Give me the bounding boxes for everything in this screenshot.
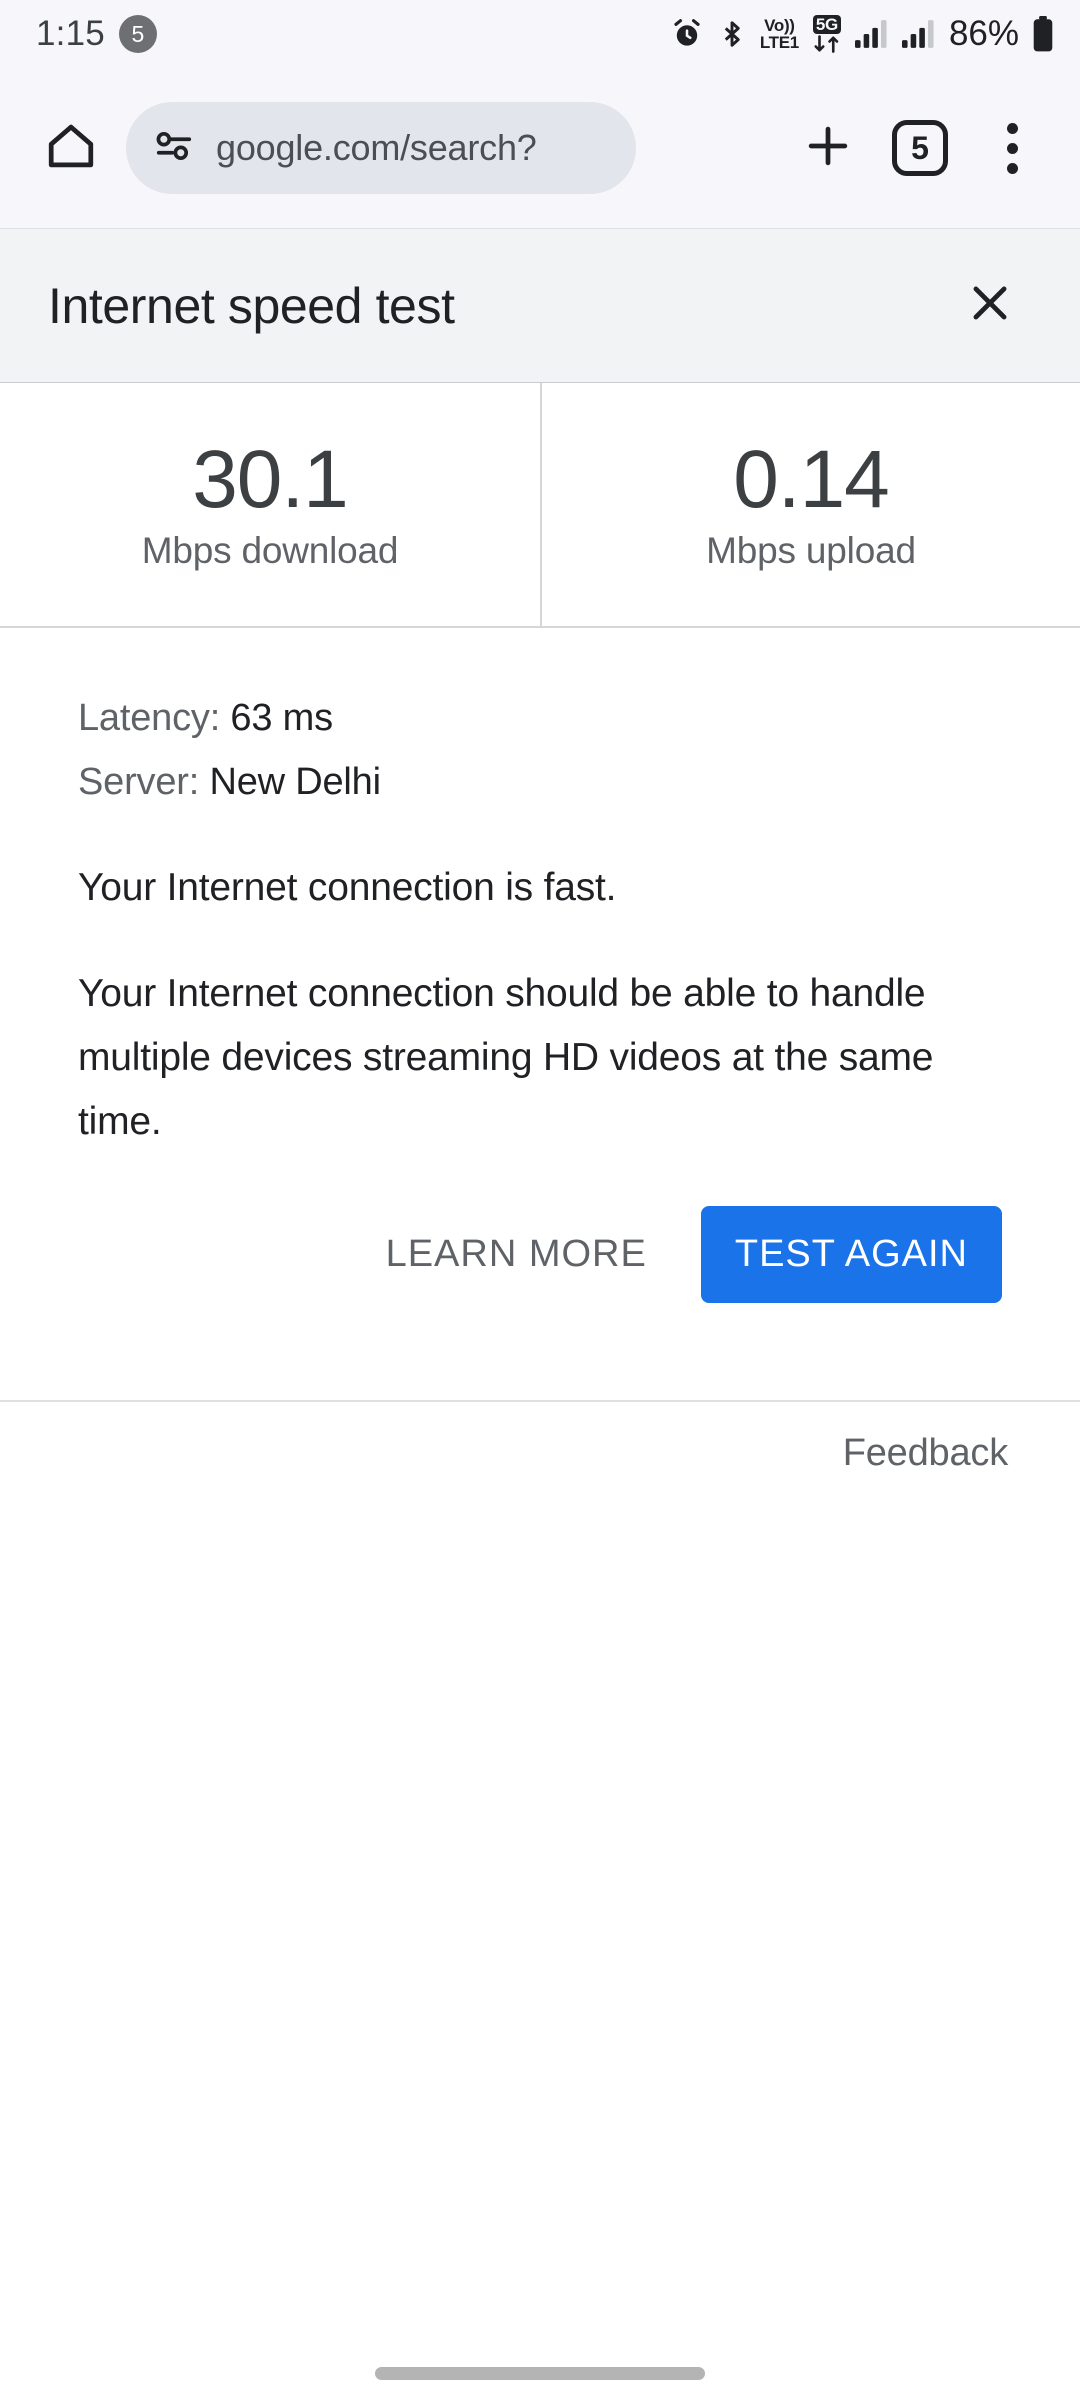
notification-count-badge: 5 (118, 15, 157, 53)
download-label: Mbps download (141, 529, 399, 571)
upload-result-card: 0.14 Mbps upload (540, 383, 1080, 626)
server-value: New Delhi (209, 761, 381, 803)
download-value: 30.1 (192, 434, 349, 526)
volte-icon: Vo)) LTE1 (759, 16, 799, 52)
latency-key: Latency: (78, 697, 221, 739)
battery-icon (1032, 16, 1054, 52)
description-text: Your Internet connection should be able … (78, 972, 934, 1143)
signal-icon-2 (901, 19, 936, 49)
home-button[interactable] (28, 105, 114, 191)
more-vertical-icon (1006, 122, 1018, 174)
server-row: Server: New Delhi (78, 750, 1002, 814)
home-gesture-pill[interactable] (375, 2367, 705, 2380)
footer-divider (0, 1400, 1080, 1402)
phone-screen: 1:15 5 Vo)) LTE1 5G 86% google.com/searc… (0, 0, 1080, 2408)
speed-results: 30.1 Mbps download 0.14 Mbps upload (0, 383, 1080, 628)
plus-icon (801, 119, 855, 178)
page-header-bar: Internet speed test (0, 228, 1080, 383)
menu-button[interactable] (966, 102, 1058, 194)
tab-switcher-button[interactable]: 5 (874, 102, 966, 194)
learn-more-button[interactable]: LEARN MORE (378, 1215, 655, 1294)
tab-count-label: 5 (892, 120, 948, 176)
5g-data-icon: 5G (812, 14, 842, 54)
battery-percent-label: 86% (948, 14, 1019, 53)
feedback-link[interactable]: Feedback (843, 1420, 1008, 1487)
browser-toolbar: google.com/search? 5 (0, 68, 1080, 228)
upload-value: 0.14 (733, 434, 890, 526)
upload-label: Mbps upload (706, 529, 916, 571)
close-button[interactable] (952, 268, 1028, 344)
server-key: Server: (78, 761, 200, 803)
footer: Feedback (0, 1420, 1080, 1487)
latency-row: Latency: 63 ms (78, 686, 1002, 750)
status-bar-right: Vo)) LTE1 5G 86% (670, 14, 1054, 54)
status-bar: 1:15 5 Vo)) LTE1 5G 86% (0, 0, 1080, 68)
close-icon (964, 277, 1016, 334)
status-bar-left: 1:15 5 (36, 14, 157, 54)
action-buttons: LEARN MORE TEST AGAIN (78, 1206, 1002, 1303)
meta-block: Latency: 63 ms Server: New Delhi (78, 686, 1002, 814)
status-bar-clock: 1:15 (36, 14, 105, 53)
alarm-icon (670, 17, 704, 51)
home-icon (44, 119, 98, 178)
system-navigation-bar (0, 2330, 1080, 2408)
bluetooth-icon (717, 17, 747, 51)
new-tab-button[interactable] (782, 102, 874, 194)
result-details: Latency: 63 ms Server: New Delhi Your In… (0, 628, 1080, 1303)
url-bar[interactable]: google.com/search? (126, 102, 636, 194)
download-result-card: 30.1 Mbps download (0, 383, 540, 626)
signal-icon-1 (854, 19, 889, 49)
latency-value: 63 ms (230, 697, 333, 739)
page-title: Internet speed test (48, 277, 455, 334)
test-again-button[interactable]: TEST AGAIN (700, 1206, 1002, 1303)
tune-icon[interactable] (152, 129, 196, 168)
summary-text: Your Internet connection is fast. (78, 866, 617, 909)
url-text[interactable]: google.com/search? (216, 127, 537, 169)
